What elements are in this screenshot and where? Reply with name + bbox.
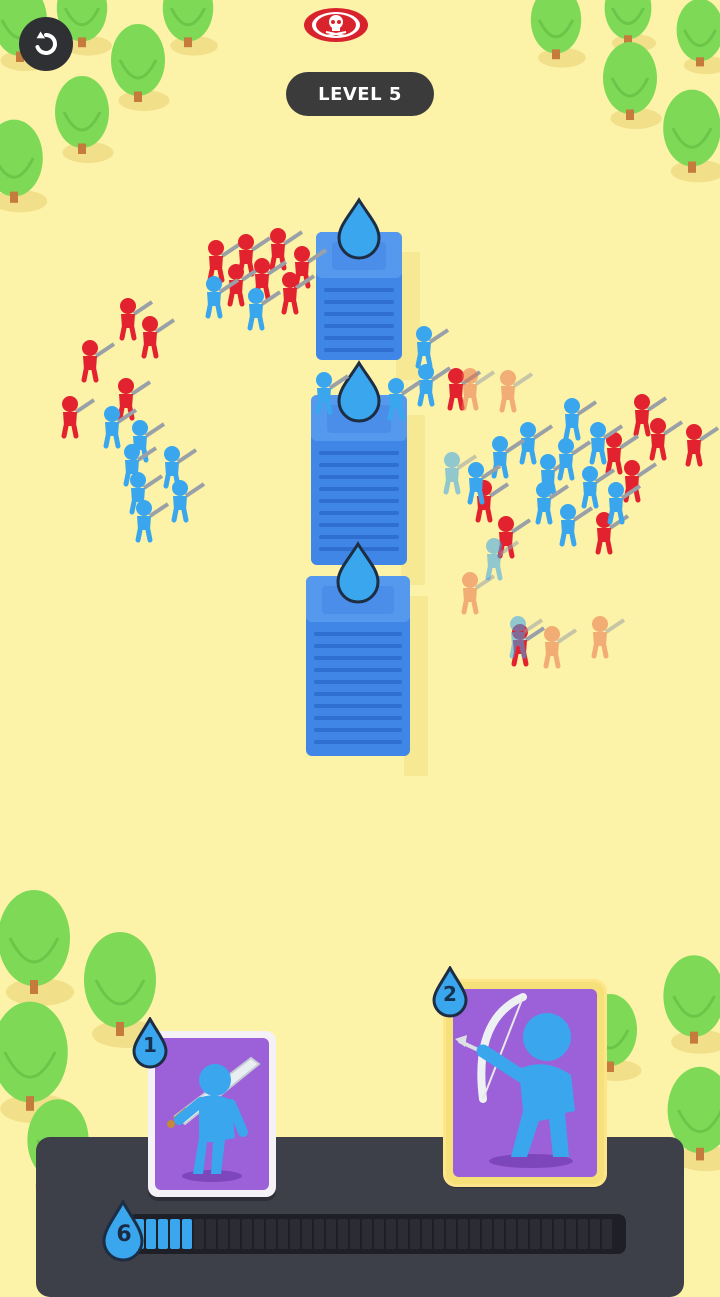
back-button[interactable] xyxy=(19,17,73,71)
elixir-segment xyxy=(266,1219,276,1249)
elixir-segment xyxy=(302,1219,312,1249)
tree xyxy=(530,0,586,68)
level-label: LEVEL 5 xyxy=(318,83,402,105)
elixir-segment xyxy=(494,1219,504,1249)
elixir-segment xyxy=(578,1219,588,1249)
battlefield xyxy=(0,0,720,1279)
elixir-segment xyxy=(530,1219,540,1249)
elixir-segment xyxy=(518,1219,528,1249)
elixir-segment xyxy=(506,1219,516,1249)
swordsman-cost: 1 xyxy=(143,1033,157,1057)
elixir-segment xyxy=(398,1219,408,1249)
skull-icon xyxy=(304,8,368,42)
elixir-segment xyxy=(218,1219,228,1249)
elixir-segment xyxy=(554,1219,564,1249)
elixir-segment xyxy=(434,1219,444,1249)
card-art xyxy=(453,989,597,1177)
undo-arrow-icon xyxy=(35,31,57,55)
elixir-segment xyxy=(458,1219,468,1249)
elixir-segment xyxy=(422,1219,432,1249)
elixir-segment xyxy=(314,1219,324,1249)
elixir-segment xyxy=(182,1219,192,1249)
archer-cost: 2 xyxy=(443,982,457,1006)
elixir-segment xyxy=(194,1219,204,1249)
elixir-segment xyxy=(242,1219,252,1249)
elixir-segment xyxy=(206,1219,216,1249)
card-art xyxy=(155,1038,269,1190)
elixir-segment xyxy=(290,1219,300,1249)
elixir-segment xyxy=(410,1219,420,1249)
elixir-segment xyxy=(230,1219,240,1249)
elixir-segment xyxy=(170,1219,180,1249)
elixir-segment xyxy=(350,1219,360,1249)
elixir-segment xyxy=(542,1219,552,1249)
towers xyxy=(306,197,428,776)
elixir-segment xyxy=(470,1219,480,1249)
elixir-segment xyxy=(326,1219,336,1249)
tree xyxy=(663,89,720,183)
elixir-segment xyxy=(278,1219,288,1249)
level-indicator: LEVEL 5 xyxy=(286,72,434,116)
elixir-segment xyxy=(590,1219,600,1249)
elixir-segment xyxy=(446,1219,456,1249)
elixir-segment xyxy=(146,1219,156,1249)
elixir-segment xyxy=(566,1219,576,1249)
swordsman-icon xyxy=(167,1056,261,1182)
elixir-segment xyxy=(482,1219,492,1249)
elixir-bar xyxy=(128,1214,626,1254)
elixir-segment xyxy=(602,1219,612,1249)
elixir-segment xyxy=(362,1219,372,1249)
archer-icon xyxy=(455,993,575,1168)
elixir-segment xyxy=(158,1219,168,1249)
elixir-segment xyxy=(386,1219,396,1249)
elixir-segment xyxy=(374,1219,384,1249)
elixir-segment xyxy=(254,1219,264,1249)
elixir-segment xyxy=(338,1219,348,1249)
elixir-count: 6 xyxy=(116,1222,132,1247)
